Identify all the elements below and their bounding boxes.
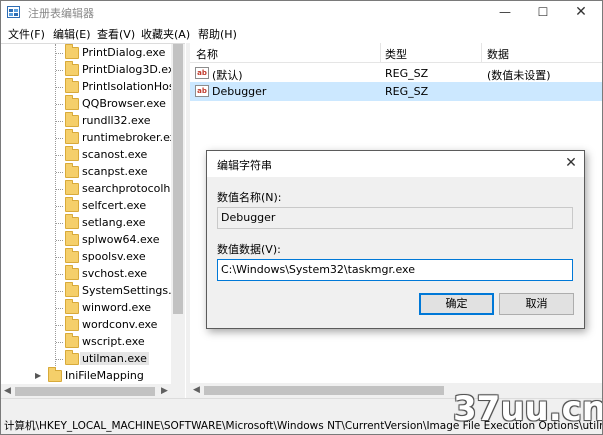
scrollbar-thumb[interactable] [173,44,183,314]
tree-item[interactable]: PrintIsolationHost [1,78,179,96]
value-name: Debugger [212,85,267,98]
folder-icon [65,299,79,314]
tree-item[interactable]: PrintDialog.exe [1,44,171,62]
registry-editor-window: 注册表编辑器 — ☐ ✕ 文件(F) 编辑(E) 查看(V) 收藏夹(A) 帮助… [0,0,603,435]
tree-item[interactable]: setlang.exe [1,214,171,232]
string-value-icon: ab [195,67,209,79]
tree-item[interactable]: winword.exe [1,299,171,317]
key-tree[interactable]: PrintDialog.exe PrintDialog3D.exe PrintI… [1,43,185,399]
menu-favorites[interactable]: 收藏夹(A) [141,26,190,42]
folder-icon [48,367,62,382]
string-value-icon: ab [195,85,209,97]
dialog-title: 编辑字符串 [217,159,272,172]
folder-icon [65,333,79,348]
folder-icon [65,78,79,93]
folder-icon [65,316,79,331]
tree-item-selected[interactable]: utilman.exe [1,350,171,368]
tree-item[interactable]: scanost.exe [1,146,171,164]
title-bar: 注册表编辑器 — ☐ ✕ [1,1,602,23]
folder-icon [65,129,79,144]
edit-string-dialog: 编辑字符串 ✕ 数值名称(N): Debugger 数值数据(V): C:\Wi… [206,150,585,329]
window-title: 注册表编辑器 [28,7,94,20]
tree-item[interactable]: spoolsv.exe [1,248,171,266]
maximize-button[interactable]: ☐ [526,1,560,23]
folder-icon [65,146,79,161]
folder-icon [65,214,79,229]
folder-icon [65,180,79,195]
column-type-header[interactable]: 类型 [385,46,407,62]
tree-vertical-scrollbar[interactable] [171,44,185,384]
folder-icon [65,95,79,110]
value-data: (数值未设置) [487,69,551,82]
value-name: (默认) [212,69,243,82]
column-name-header[interactable]: 名称 [196,46,218,62]
folder-icon [65,197,79,212]
tree-item[interactable]: wordconv.exe [1,316,171,334]
scroll-left-arrow-icon[interactable]: ◀ [193,385,200,395]
scroll-left-arrow-icon[interactable]: ◀ [4,386,11,396]
folder-icon [65,248,79,263]
tree-item[interactable]: rundll32.exe [1,112,171,130]
tree-item[interactable]: PrintDialog3D.exe [1,61,181,79]
value-name-label: 数值名称(N): [217,191,282,204]
value-data-label: 数值数据(V): [217,243,281,256]
tree-horizontal-scrollbar[interactable]: ◀ ▶ [1,384,185,399]
folder-icon [65,231,79,246]
folder-icon [65,282,79,297]
list-header: 名称 类型 数据 [190,43,602,63]
menu-view[interactable]: 查看(V) [97,26,135,42]
folder-icon [65,44,79,59]
value-type: REG_SZ [385,67,429,80]
registry-app-icon [7,6,20,18]
tree-item[interactable]: wscript.exe [1,333,171,351]
menu-bar: 文件(F) 编辑(E) 查看(V) 收藏夹(A) 帮助(H) [1,23,602,43]
tree-item[interactable]: SystemSettings.ex [1,282,185,300]
dialog-body: 数值名称(N): Debugger 数值数据(V): C:\Windows\Sy… [207,177,584,328]
column-divider[interactable] [481,43,482,63]
list-row-selected[interactable]: ab Debugger REG_SZ [190,82,602,101]
value-type: REG_SZ [385,85,429,98]
dialog-close-button[interactable]: ✕ [560,153,582,173]
folder-icon [65,112,79,127]
menu-help[interactable]: 帮助(H) [198,26,237,42]
close-button[interactable]: ✕ [564,1,598,23]
folder-icon [65,163,79,178]
scroll-right-arrow-icon[interactable]: ▶ [161,386,168,396]
column-divider[interactable] [380,43,381,63]
list-row[interactable]: ab (默认) REG_SZ (数值未设置) [190,64,602,83]
tree-item[interactable]: selfcert.exe [1,197,171,215]
tree-item[interactable]: QQBrowser.exe [1,95,171,113]
tree-item[interactable]: searchprotocolho [1,180,177,198]
expand-arrow-icon[interactable]: ▶ [35,371,41,380]
tree-item[interactable]: runtimebroker.exe [1,129,183,147]
menu-edit[interactable]: 编辑(E) [53,26,91,42]
tree-item[interactable]: splwow64.exe [1,231,171,249]
tree-item[interactable]: scanpst.exe [1,163,171,181]
tree-item[interactable]: svchost.exe [1,265,171,283]
value-name-field: Debugger [217,207,573,229]
menu-file[interactable]: 文件(F) [8,26,45,42]
scrollbar-thumb[interactable] [204,386,444,395]
value-data-input[interactable]: C:\Windows\System32\taskmgr.exe [217,259,573,281]
tree-item[interactable]: ▶ IniFileMapping [1,367,171,385]
folder-icon [65,61,79,76]
folder-icon [65,265,79,280]
cancel-button[interactable]: 取消 [499,293,574,315]
ok-button[interactable]: 确定 [419,293,494,315]
column-data-header[interactable]: 数据 [487,46,509,62]
folder-icon [65,350,79,365]
minimize-button[interactable]: — [488,1,522,23]
scrollbar-thumb[interactable] [15,387,155,396]
site-watermark: 37uu.cn [453,389,603,429]
